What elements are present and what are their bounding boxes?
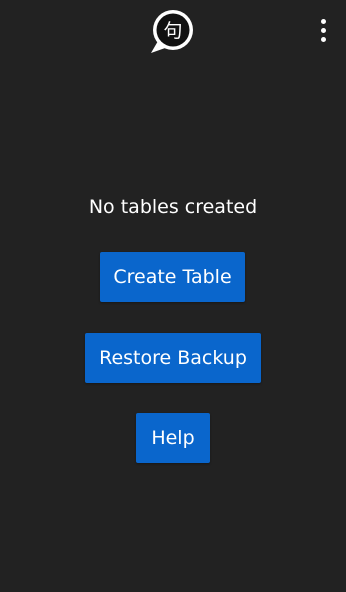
menu-dot xyxy=(320,18,326,24)
logo-glyph: 句 xyxy=(163,20,182,42)
menu-dot xyxy=(320,36,326,42)
restore-backup-button[interactable]: Restore Backup xyxy=(85,333,261,383)
help-button[interactable]: Help xyxy=(136,413,210,463)
more-vertical-icon[interactable] xyxy=(309,14,337,46)
speech-bubble-logo-icon: 句 xyxy=(151,10,193,53)
create-table-button[interactable]: Create Table xyxy=(100,252,245,302)
app-screen: 句 No tables created Create Table Restore… xyxy=(0,0,346,592)
menu-dot xyxy=(320,27,326,33)
empty-state-message: No tables created xyxy=(88,196,258,218)
